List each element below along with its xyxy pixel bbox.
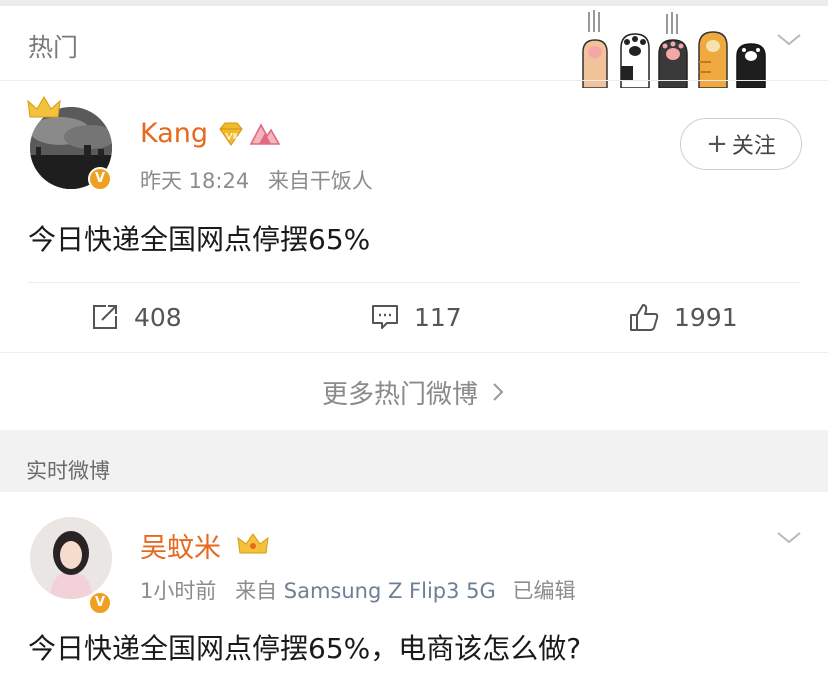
post-device[interactable]: Samsung Z Flip3 5G [284,579,496,603]
realtime-header [0,430,828,492]
post-text[interactable]: 今日快递全国网点停摆65% [28,218,370,258]
crown-icon [27,96,61,118]
top-strip [0,0,828,6]
chevron-down-icon[interactable] [772,526,806,548]
avatar-kang[interactable]: V [26,95,122,195]
more-hot-label: 更多热门微博 [321,379,478,410]
post-meta: 昨天 18:24 来自干饭人 [140,165,373,195]
repost-count: 408 [134,302,182,332]
edited-label[interactable]: 已编辑 [512,579,575,603]
plus-icon: + [706,129,728,159]
mountain-badge-icon[interactable] [249,121,281,147]
comment-button[interactable]: 117 [370,300,462,334]
comment-icon [372,305,398,329]
avatar-image [30,517,112,599]
post-time: 1小时前 [140,579,217,603]
cat-paws-sticker [582,10,766,88]
crown-icon[interactable] [236,531,270,557]
vip-diamond-icon[interactable] [217,120,245,148]
avatar-wuwenmi[interactable]: V [26,515,122,615]
post-text[interactable]: 今日快递全国网点停摆65%，电商该怎么做? [28,627,581,667]
username[interactable]: Kang [140,118,208,149]
hot-section-title: 热门 [28,33,79,62]
thumbs-up-icon [630,304,659,331]
divider [0,352,828,353]
like-count: 1991 [674,302,738,332]
verified-v-icon: V [88,167,112,191]
repost-icon [93,305,117,329]
paw-icon [736,43,766,88]
post-time: 昨天 18:24 [140,169,250,193]
username[interactable]: 吴蚊米 [140,526,221,565]
divider [28,282,800,283]
chevron-right-icon [493,383,504,401]
post-source-prefix: 来自 [235,579,278,603]
like-button[interactable]: 1991 [628,300,738,334]
more-hot-link[interactable]: 更多热门微博 [0,372,828,412]
follow-label: 关注 [731,134,776,159]
post-source[interactable]: 来自干饭人 [268,169,373,193]
chevron-down-icon[interactable] [772,28,806,50]
follow-button[interactable]: + 关注 [680,118,802,170]
comment-count: 117 [414,302,462,332]
paw-icon [582,10,608,88]
divider [0,80,828,81]
realtime-section-title: 实时微博 [26,459,110,483]
verified-v-icon: V [88,591,112,615]
post-meta: 1小时前 来自 Samsung Z Flip3 5G 已编辑 [140,575,575,605]
paw-icon [658,12,688,88]
repost-button[interactable]: 408 [90,300,182,334]
